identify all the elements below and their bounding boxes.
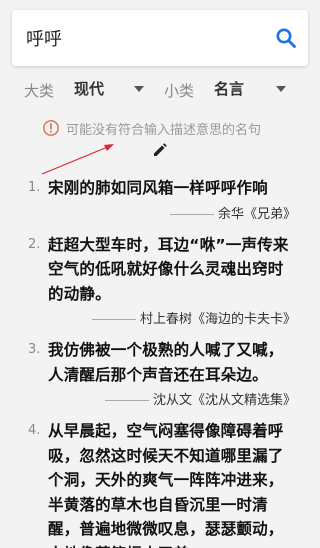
- result-list: 1. 宋刚的肺如同风箱一样呼呼作响 余华《兄弟》 2. 赶超大型车时，耳边“咻”…: [0, 176, 320, 548]
- search-icon[interactable]: [274, 26, 298, 50]
- item-number: 1.: [28, 180, 41, 195]
- search-input[interactable]: [26, 24, 266, 52]
- list-item[interactable]: 4. 从早晨起，空气闷塞得像障碍着呼吸，忽然这时候天不知道哪里漏了个洞，天外的爽…: [0, 419, 320, 548]
- subcategory-label: 小类: [164, 82, 195, 100]
- arrow-annotation-icon: [41, 144, 114, 175]
- category-select[interactable]: 现代: [74, 78, 104, 99]
- item-number: 2.: [28, 236, 41, 252]
- search-bar: [12, 10, 308, 66]
- filter-bar: 大类 现代 小类 名言: [0, 76, 320, 104]
- subcategory-dropdown-icon[interactable]: [276, 86, 286, 92]
- quote-text: 宋刚的肺如同风箱一样呼呼作响: [48, 179, 268, 197]
- quote-source: 沈从文《沈从文精选集》: [48, 391, 298, 411]
- quote-text: 赶超大型车时，耳边“咻”一声传来空气的低吼就好像什么灵魂出窍时的动静。: [48, 235, 289, 303]
- list-item[interactable]: 3. 我仿佛被一个极熟的人喊了又喊，人清醒后那个声音还在耳朵边。 沈从文《沈从文…: [0, 338, 320, 411]
- item-number: 3.: [28, 342, 41, 357]
- list-item[interactable]: 2. 赶超大型车时，耳边“咻”一声传来空气的低吼就好像什么灵魂出窍时的动静。 村…: [0, 233, 320, 331]
- hint-text: 可能没有符合输入描述意思的名句: [66, 123, 262, 138]
- quote-source: 村上春树《海边的卡夫卡》: [48, 310, 298, 330]
- quote-text: 从早晨起，空气闷塞得像障碍着呼吸，忽然这时候天不知道哪里漏了个洞，天外的爽气一阵…: [48, 422, 284, 548]
- quote-text: 我仿佛被一个极熟的人喊了又喊，人清醒后那个声音还在耳朵边。: [48, 341, 284, 384]
- subcategory-select[interactable]: 名言: [214, 78, 244, 99]
- quote-source: 余华《兄弟》: [48, 205, 298, 225]
- warning-icon: [43, 120, 59, 136]
- no-match-hint: 可能没有符合输入描述意思的名句: [42, 118, 312, 138]
- list-item[interactable]: 1. 宋刚的肺如同风箱一样呼呼作响 余华《兄弟》: [0, 176, 320, 225]
- item-number: 4.: [28, 423, 41, 438]
- edit-pencil-icon[interactable]: [150, 140, 170, 160]
- category-dropdown-icon[interactable]: [134, 86, 144, 92]
- category-label: 大类: [24, 82, 55, 100]
